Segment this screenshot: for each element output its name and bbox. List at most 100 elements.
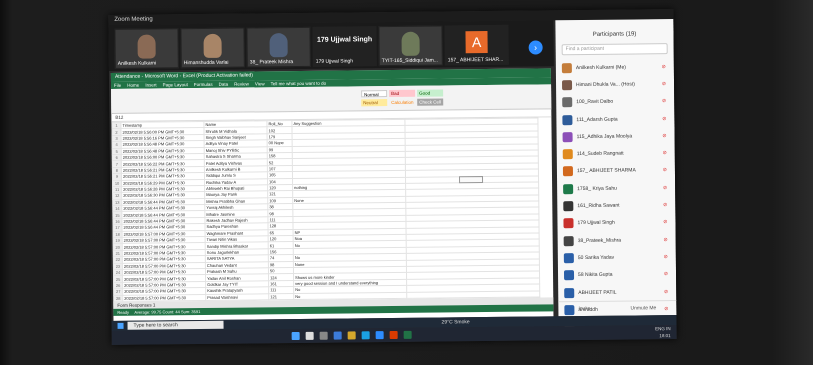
- video-tile-3[interactable]: 38_ Prateek Mishra: [246, 26, 311, 68]
- muted-mic-icon: ⊘: [662, 150, 667, 157]
- windows-start-icon[interactable]: [117, 322, 124, 329]
- video-tile-name: 179 Ujjwal Singh: [315, 58, 354, 65]
- avatar: [562, 114, 573, 125]
- muted-mic-icon: ⊘: [662, 184, 668, 191]
- next-page-arrow-icon[interactable]: ›: [528, 40, 543, 55]
- style-neutral[interactable]: Neutral: [361, 99, 388, 107]
- status-average: Average: 99.75 Count: 44 Sum: 3591: [134, 309, 201, 315]
- participant-name: 111_Adarsh Gupta: [576, 116, 618, 123]
- search-icon[interactable]: [305, 331, 314, 340]
- taskbar-search-input[interactable]: Type here to search: [127, 320, 224, 330]
- video-tile-name: 157_ ABHIJEET SHAR...: [447, 56, 504, 64]
- participant-name: Himani Dhukla Va... (Host): [576, 81, 635, 89]
- participant-row[interactable]: 38_Prateek_Mishra ⊘: [558, 231, 676, 250]
- participant-name: ABHIJEET PATIL: [578, 289, 617, 296]
- system-clock[interactable]: ENG IN 18:01: [655, 325, 671, 339]
- muted-mic-icon: ⊘: [661, 98, 667, 105]
- ribbon: Normal Bad Good Neutral Calculation Chec…: [111, 84, 552, 114]
- video-tile-name: TYIT-165_Siddiqui Jam...: [381, 57, 438, 65]
- participant-row[interactable]: Himani Dhukla Va... (Host) ⊘: [556, 75, 674, 94]
- video-tile-name: Himanshudda Varlai: [183, 59, 229, 67]
- style-bad[interactable]: Bad: [389, 89, 416, 98]
- participant-row[interactable]: 1758_ Kriya Sahu ⊘: [557, 179, 675, 198]
- participant-row[interactable]: 161_Ridha Sawant ⊘: [557, 196, 675, 215]
- avatar: [561, 62, 572, 73]
- avatar: A: [465, 30, 488, 54]
- video-tile-5[interactable]: TYIT-165_Siddiqui Jam...: [378, 25, 443, 67]
- selected-cell[interactable]: [458, 176, 484, 184]
- style-check-cell[interactable]: Check Cell: [417, 98, 444, 106]
- video-tile-name: 38_ Prateek Mishra: [249, 59, 294, 66]
- participant-row[interactable]: 114_Sudeb Rangnatt ⊘: [557, 145, 675, 164]
- participant-row[interactable]: 115_Adhika Jaya Moolya ⊘: [557, 127, 675, 146]
- participant-row[interactable]: 50 Sarika Yadav ⊘: [558, 248, 676, 267]
- style-calculation[interactable]: Calculation: [389, 98, 416, 107]
- monitor-screen: Zoom Meeting Anilkesh Kulkarni Himanshud…: [108, 9, 677, 345]
- participant-name: 115_Adhika Jaya Moolya: [576, 133, 633, 140]
- participant-name: 58 Nikita Gupta: [578, 271, 613, 279]
- muted-mic-icon: ⊘: [663, 202, 668, 209]
- avatar: [563, 183, 574, 194]
- participant-name: 157_ ABHIJEET SHARMA: [576, 167, 636, 175]
- participant-row[interactable]: 179 Ujjwal Singh ⊘: [557, 214, 675, 233]
- avatar: [562, 131, 573, 143]
- participant-name: 1758_ Kriya Sahu: [577, 185, 617, 192]
- participant-name: 100_Ravit Dalbo: [576, 98, 614, 106]
- data-table: 1 Timestamp Name Roll_No Any Suggestion …: [111, 117, 540, 302]
- avatar: [563, 270, 575, 281]
- avatar: [562, 149, 573, 160]
- muted-mic-icon: ⊘: [663, 271, 669, 278]
- muted-mic-icon: ⊘: [663, 236, 668, 243]
- video-tile-4[interactable]: 179 Ujjwal Singh 179 Ujjwal Singh: [312, 26, 377, 67]
- participant-row[interactable]: Anilkesh Kulkarni (Me) ⊘: [556, 58, 674, 77]
- participant-row[interactable]: 111_Adarsh Gupta ⊘: [556, 110, 674, 129]
- muted-mic-icon: ⊘: [662, 115, 667, 122]
- video-tile-big-name: 179 Ujjwal Singh: [316, 36, 373, 44]
- video-strip: Anilkesh Kulkarni Himanshudda Varlai 38_…: [108, 20, 554, 71]
- participants-list: Anilkesh Kulkarni (Me) ⊘ Himani Dhukla Va.…: [556, 58, 677, 336]
- widgets-icon[interactable]: [333, 331, 342, 340]
- participants-panel: Participants (19) Find a participant Ani…: [555, 19, 677, 333]
- participant-photo: [137, 34, 156, 59]
- style-good[interactable]: Good: [417, 89, 444, 97]
- excel-icon[interactable]: [403, 330, 412, 339]
- status-ready: Ready: [117, 309, 129, 315]
- avatar: [563, 235, 574, 246]
- participant-row[interactable]: 58 Nikita Gupta ⊘: [558, 266, 676, 285]
- participant-name: 179 Ujjwal Singh: [577, 219, 615, 227]
- taskbar-time: 18:01: [659, 333, 671, 339]
- invite-button[interactable]: Invite: [578, 306, 590, 312]
- avatar: [564, 287, 575, 298]
- participant-photo: [203, 33, 222, 58]
- video-tile-1[interactable]: Anilkesh Kulkarni: [114, 28, 179, 69]
- weather-widget[interactable]: 29°C Smoke: [441, 317, 469, 327]
- participant-name: 38_Prateek_Mishra: [577, 237, 622, 244]
- participant-row[interactable]: ABHIJEET PATIL ⊘: [558, 283, 676, 302]
- style-normal[interactable]: Normal: [361, 90, 388, 98]
- muted-mic-icon: ⊘: [661, 81, 667, 88]
- muted-mic-icon: ⊘: [662, 132, 667, 139]
- windows-start-icon[interactable]: [291, 331, 300, 341]
- find-participant-input[interactable]: Find a participant: [561, 43, 668, 56]
- edge-icon[interactable]: [361, 331, 370, 340]
- participant-name: 114_Sudeb Rangnatt: [576, 150, 624, 158]
- row-number[interactable]: 29: [113, 301, 123, 302]
- task-view-icon[interactable]: [319, 331, 328, 340]
- avatar: [563, 218, 574, 229]
- avatar: [561, 80, 573, 91]
- participant-photo: [401, 31, 420, 56]
- participant-photo: [269, 33, 288, 58]
- office-icon[interactable]: [389, 330, 398, 340]
- avatar: [563, 253, 574, 264]
- video-tile-name: Anilkesh Kulkarni: [117, 60, 157, 67]
- video-tile-6[interactable]: A 157_ ABHIJEET SHAR...: [444, 24, 509, 66]
- file-explorer-icon[interactable]: [347, 331, 356, 340]
- unmute-button[interactable]: Unmute Me: [630, 305, 656, 311]
- participant-row[interactable]: 157_ ABHIJEET SHARMA ⊘: [557, 162, 675, 181]
- participant-row[interactable]: 100_Ravit Dalbo ⊘: [556, 93, 674, 112]
- zoom-icon[interactable]: [375, 331, 384, 340]
- sheet-grid[interactable]: 1 Timestamp Name Roll_No Any Suggestion …: [111, 117, 553, 302]
- video-tile-2[interactable]: Himanshudda Varlai: [180, 27, 245, 69]
- avatar: [562, 97, 573, 108]
- muted-mic-icon: ⊘: [663, 254, 668, 261]
